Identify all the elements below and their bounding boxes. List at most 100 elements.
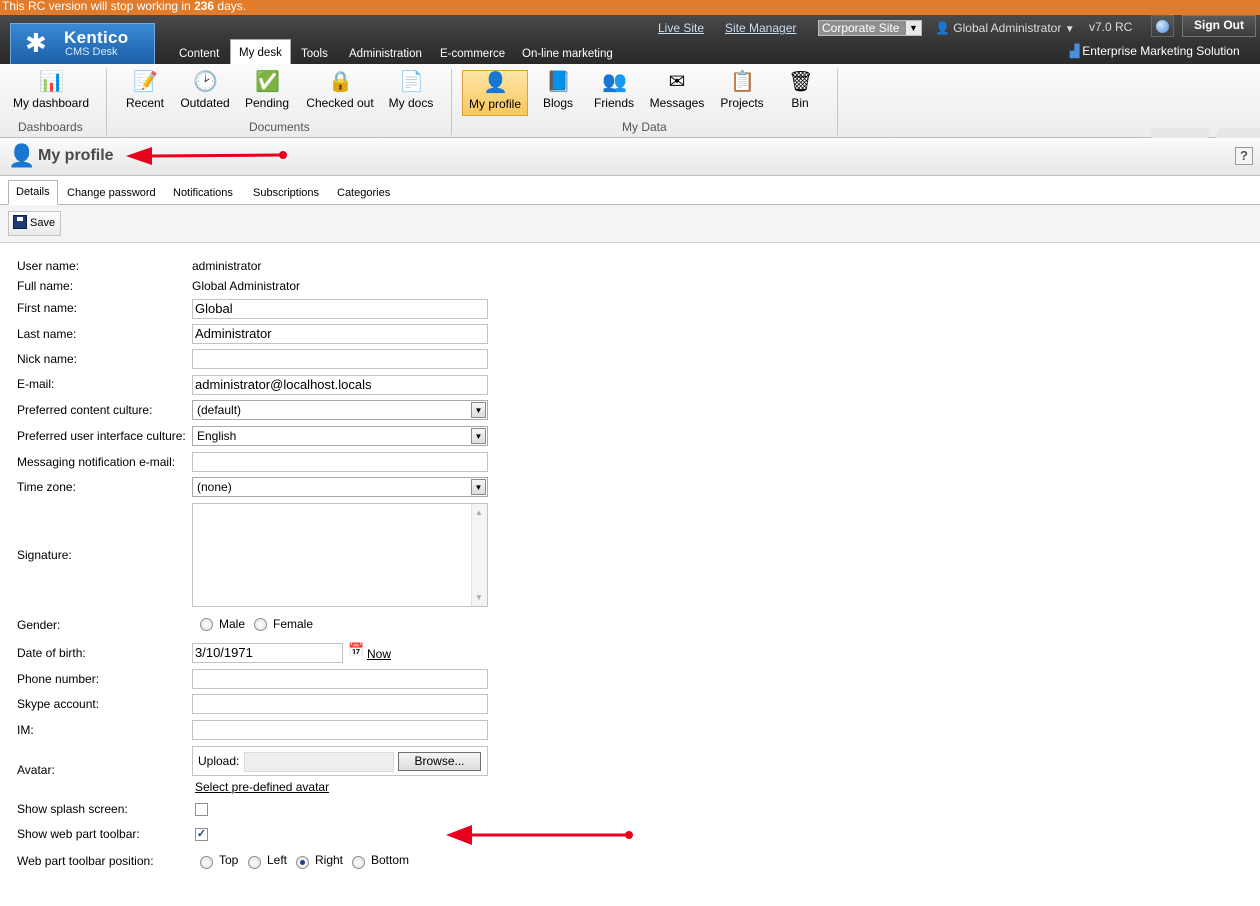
position-top-radio[interactable] [200,856,213,869]
ribbon-my-dashboard[interactable]: 📊 My dashboard [10,70,92,116]
profile-icon: 👤 [8,143,36,168]
main-tab-online-marketing[interactable]: On-line marketing [522,46,613,64]
save-label: Save [30,217,56,229]
predefined-avatar-link[interactable]: Select pre-defined avatar [195,780,329,794]
toolbar-position-label: Web part toolbar position: [17,854,154,868]
webpart-toolbar-label: Show web part toolbar: [17,827,140,841]
globe-button[interactable] [1151,15,1174,37]
ribbon-recent[interactable]: 📝 Recent [122,70,168,116]
position-bottom-radio[interactable] [352,856,365,869]
position-right-label: Right [315,853,344,867]
ribbon-projects[interactable]: 📋 Projects [719,70,765,116]
dob-label: Date of birth: [17,646,86,660]
group-label-documents: Documents [249,120,310,134]
time-zone-select[interactable]: (none) ▼ [192,477,488,497]
ribbon-friends[interactable]: 👥 Friends [591,70,637,116]
tab-subscriptions[interactable]: Subscriptions [246,183,326,203]
gender-male-label: Male [219,617,246,631]
skype-field[interactable] [192,694,488,714]
ribbon-outdated[interactable]: 🕑 Outdated [178,70,232,116]
checked-out-icon: 🔒 [328,71,353,93]
tab-categories[interactable]: Categories [330,183,397,203]
my-docs-icon: 📄 [399,71,424,93]
ui-culture-select[interactable]: English ▼ [192,426,488,446]
ribbon-label: My dashboard [12,96,90,110]
gender-label: Gender: [17,618,61,632]
full-name-label: Full name: [17,279,74,293]
site-manager-link[interactable]: Site Manager [725,21,796,35]
globe-icon [1156,20,1169,33]
tab-change-password[interactable]: Change password [60,183,163,203]
ribbon-label: Checked out [306,96,374,110]
group-separator [106,69,107,135]
browse-button[interactable]: Browse... [398,752,481,771]
scrollbar[interactable]: ▲ ▼ [471,504,487,606]
logo-title: Kentico [64,28,129,47]
im-field[interactable] [192,720,488,740]
main-tab-tools[interactable]: Tools [301,46,328,64]
last-name-field[interactable]: Administrator [192,324,488,344]
messaging-email-field[interactable] [192,452,488,472]
signature-textarea[interactable]: ▲ ▼ [192,503,488,607]
friends-icon: 👥 [602,71,627,93]
ribbon-blogs[interactable]: 📘 Blogs [540,70,576,116]
subtabs: Details Change password Notifications Su… [0,176,1260,205]
content-culture-select[interactable]: (default) ▼ [192,400,488,420]
phone-field[interactable] [192,669,488,689]
gender-female-radio[interactable] [254,618,267,631]
kentico-logo-icon: ✱ [25,28,47,58]
messages-icon: ✉ [668,71,686,93]
ribbon-pending[interactable]: ✅ Pending [243,70,291,116]
gender-male-radio[interactable] [200,618,213,631]
notice-suffix: days. [214,0,247,13]
save-button[interactable]: Save [8,211,61,236]
help-button[interactable]: ? [1235,147,1253,165]
user-menu[interactable]: 👤 Global Administrator ▼ [935,21,1075,35]
main-tab-e-commerce[interactable]: E-commerce [440,46,505,64]
main-tab-administration[interactable]: Administration [349,46,422,64]
ribbon-my-docs[interactable]: 📄 My docs [386,70,436,116]
dob-field[interactable]: 3/10/1971 [192,643,343,663]
ribbon-bin[interactable]: 🗑 Bin [786,70,814,116]
blogs-icon: 📘 [546,71,571,93]
position-right-radio[interactable] [296,856,309,869]
ribbon-my-profile[interactable]: 👤 My profile [462,70,528,116]
position-left-radio[interactable] [248,856,261,869]
dashboard-icon: 📊 [39,71,64,93]
phone-label: Phone number: [17,672,100,686]
notice-prefix: This RC version will stop working in [2,0,195,13]
calendar-icon[interactable]: 📅 [348,643,364,658]
upload-label: Upload: [198,754,240,768]
tab-notifications[interactable]: Notifications [166,183,240,203]
ribbon-label: Outdated [180,96,230,110]
time-zone-label: Time zone: [17,480,76,494]
now-link[interactable]: Now [367,647,391,661]
kentico-logo[interactable]: ✱ Kentico CMS Desk [10,23,155,64]
gender-female-label: Female [273,617,314,631]
sign-out-button[interactable]: Sign Out [1182,15,1256,37]
ribbon-checked-out[interactable]: 🔒 Checked out [304,70,376,116]
rc-expiry-notice: This RC version will stop working in 236… [0,0,1260,15]
tab-details[interactable]: Details [8,180,58,205]
email-field[interactable]: administrator@localhost.locals [192,375,488,395]
webpart-toolbar-checkbox[interactable]: ✓ [195,828,208,841]
ribbon-label: Friends [593,96,634,110]
group-separator [837,69,838,135]
ui-culture-label: Preferred user interface culture: [17,429,186,443]
splash-checkbox[interactable] [195,803,208,816]
user-name-value: administrator [192,259,262,273]
select-value: (default) [197,403,242,417]
upload-file-field[interactable] [244,752,394,772]
last-name-label: Last name: [17,327,77,341]
site-selector[interactable]: Corporate Site ▼ [818,20,922,36]
first-name-field[interactable]: Global [192,299,488,319]
live-site-link[interactable]: Live Site [658,21,704,35]
main-tab-my-desk[interactable]: My desk [230,39,291,64]
projects-icon: 📋 [730,71,755,93]
content-culture-label: Preferred content culture: [17,403,153,417]
main-tab-content[interactable]: Content [179,46,219,64]
nick-name-field[interactable] [192,349,488,369]
ribbon-label: My profile [468,97,521,111]
chevron-down-icon: ▼ [471,479,486,495]
ribbon-messages[interactable]: ✉ Messages [648,70,706,116]
